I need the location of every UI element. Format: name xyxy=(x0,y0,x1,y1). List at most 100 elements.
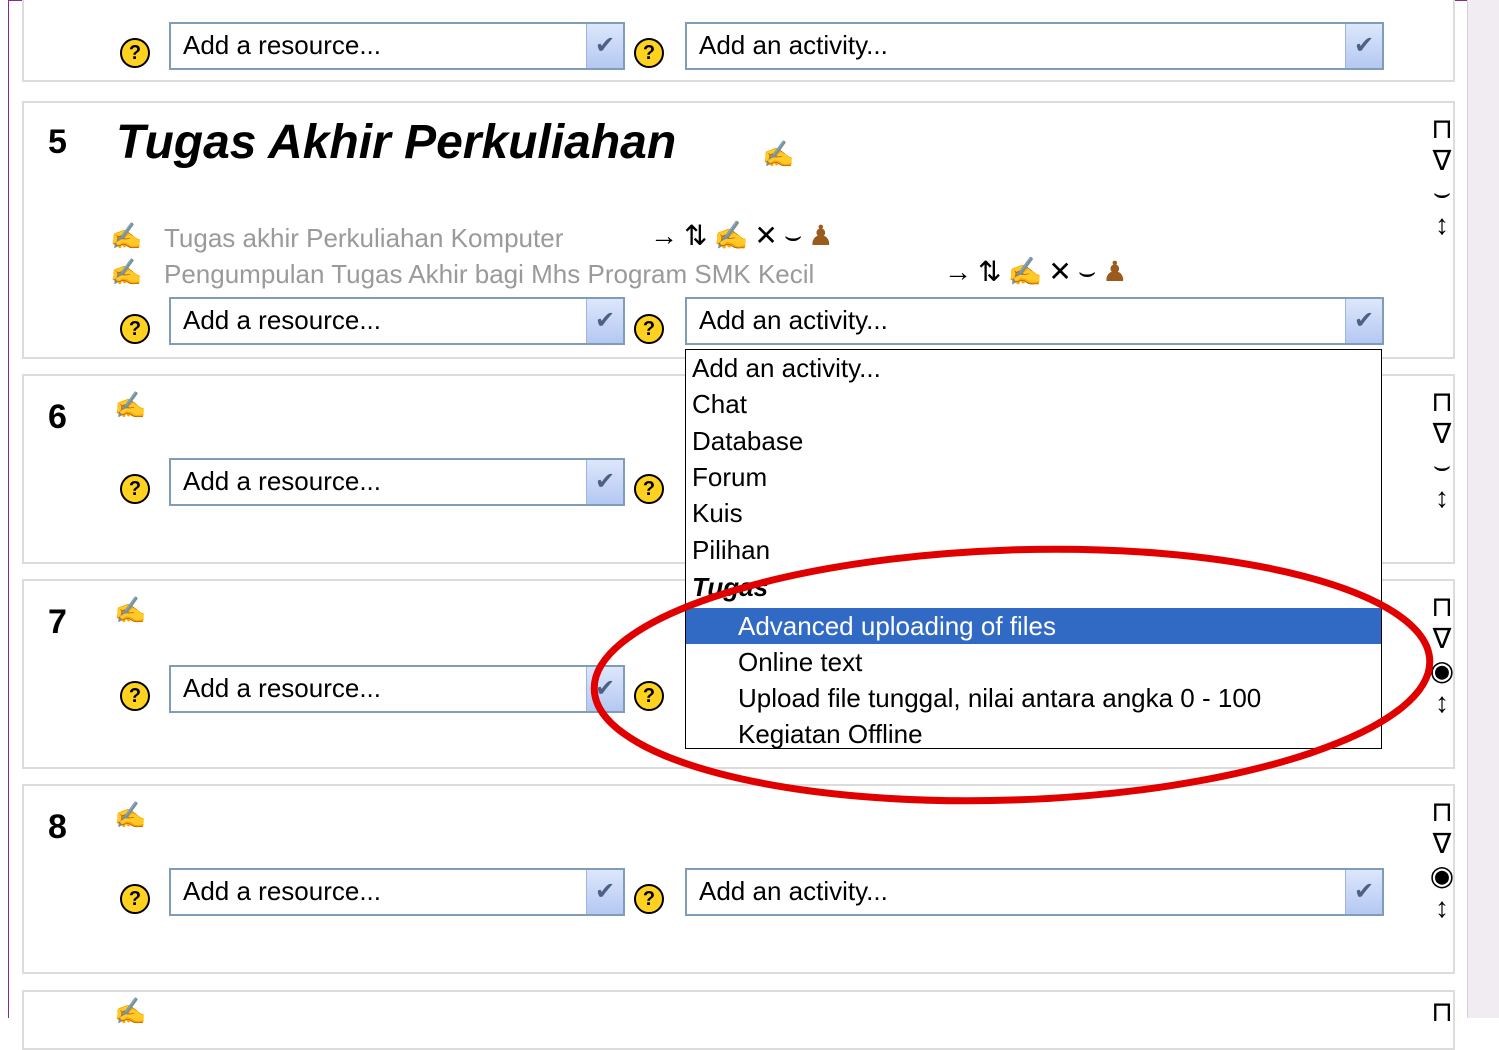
section-title: Tugas Akhir Perkuliahan xyxy=(116,116,677,169)
help-icon[interactable]: ? xyxy=(120,474,150,504)
resource-link[interactable]: Tugas akhir Perkuliahan Komputer xyxy=(164,223,563,254)
chevron-down-icon[interactable]: ✔ xyxy=(586,299,623,343)
chevron-down-icon[interactable]: ✔ xyxy=(1345,24,1382,68)
delete-icon[interactable]: ✕ xyxy=(754,220,783,251)
eye-icon[interactable]: ⌣ xyxy=(1420,177,1464,209)
add-activity-select[interactable]: Add an activity... ✔ xyxy=(685,868,1384,916)
select-value: Add a resource... xyxy=(183,305,381,335)
help-icon[interactable]: ? xyxy=(634,38,664,68)
highlight-icon[interactable]: ⊓ xyxy=(1420,386,1464,418)
select-value: Add an activity... xyxy=(699,305,888,335)
help-icon[interactable]: ? xyxy=(634,474,664,504)
move-icon[interactable]: ↕ xyxy=(1420,482,1464,514)
select-value: Add a resource... xyxy=(183,673,381,703)
select-value: Add an activity... xyxy=(699,30,888,60)
help-icon[interactable]: ? xyxy=(120,38,150,68)
lightbulb-icon[interactable]: ∇ xyxy=(1420,418,1464,450)
eye-icon[interactable]: ⌣ xyxy=(784,220,808,251)
chevron-down-icon[interactable]: ✔ xyxy=(586,870,623,914)
right-margin xyxy=(1467,0,1499,1018)
dropdown-option[interactable]: Online text xyxy=(686,644,1381,680)
activity-dropdown-list[interactable]: Add an activity... Chat Database Forum K… xyxy=(685,349,1382,749)
dropdown-option[interactable]: Kegiatan Offline xyxy=(686,716,1381,752)
chevron-down-icon[interactable]: ✔ xyxy=(1345,870,1382,914)
section-number: 6 xyxy=(48,398,67,436)
edit-icon[interactable]: ✍ xyxy=(114,996,146,1027)
eye-icon[interactable]: ◉ xyxy=(1420,655,1464,687)
arrow-right-icon[interactable]: → xyxy=(650,220,684,251)
add-resource-select[interactable]: Add a resource... ✔ xyxy=(169,297,625,345)
chevron-down-icon[interactable]: ✔ xyxy=(586,24,623,68)
roles-icon[interactable]: ♟ xyxy=(1102,256,1133,287)
eye-icon[interactable]: ⌣ xyxy=(1078,256,1102,287)
dropdown-option[interactable]: Kuis xyxy=(686,495,1381,531)
select-value: Add a resource... xyxy=(183,466,381,496)
add-activity-select[interactable]: Add an activity... ✔ xyxy=(685,22,1384,70)
help-icon[interactable]: ? xyxy=(120,884,150,914)
resource-actions: →⇅✍✕⌣♟ xyxy=(944,255,1133,289)
add-activity-select[interactable]: Add an activity... ✔ xyxy=(685,297,1384,345)
eye-icon[interactable]: ◉ xyxy=(1420,860,1464,892)
select-value: Add an activity... xyxy=(699,876,888,906)
move-icon[interactable]: ⇅ xyxy=(684,220,713,251)
delete-icon[interactable]: ✕ xyxy=(1048,256,1077,287)
chevron-down-icon[interactable]: ✔ xyxy=(586,460,623,504)
edit-icon[interactable]: ✍ xyxy=(114,595,146,626)
edit-icon[interactable]: ✍ xyxy=(114,800,146,831)
dropdown-option-selected[interactable]: Advanced uploading of files xyxy=(686,608,1381,644)
add-resource-select[interactable]: Add a resource... ✔ xyxy=(169,665,625,713)
section-number: 5 xyxy=(48,123,67,161)
edit-icon[interactable]: ✍ xyxy=(762,139,794,170)
dropdown-option[interactable]: Pilihan xyxy=(686,532,1381,568)
edit-icon[interactable]: ✍ xyxy=(1007,256,1048,287)
section-4-partial: ? Add a resource... ✔ ? Add an activity.… xyxy=(22,0,1455,82)
help-icon[interactable]: ? xyxy=(634,681,664,711)
section-controls: ⊓ xyxy=(1420,996,1464,1028)
edit-icon[interactable]: ✍ xyxy=(114,390,146,421)
arrow-right-icon[interactable]: → xyxy=(944,256,978,287)
section-9-partial: ✍ ⊓ xyxy=(22,990,1455,1050)
lightbulb-icon[interactable]: ∇ xyxy=(1420,828,1464,860)
section-number: 7 xyxy=(48,603,67,641)
help-icon[interactable]: ? xyxy=(120,314,150,344)
move-icon[interactable]: ↕ xyxy=(1420,209,1464,241)
resource-actions: →⇅✍✕⌣♟ xyxy=(650,219,839,253)
section-5: 5 Tugas Akhir Perkuliahan ✍ ✍ Tugas akhi… xyxy=(22,101,1455,359)
chevron-down-icon[interactable]: ✔ xyxy=(586,667,623,711)
dropdown-option[interactable]: Forum xyxy=(686,459,1381,495)
select-value: Add a resource... xyxy=(183,30,381,60)
frame-border-left xyxy=(8,0,9,1018)
eye-icon[interactable]: ⌣ xyxy=(1420,450,1464,482)
highlight-icon[interactable]: ⊓ xyxy=(1420,796,1464,828)
highlight-icon[interactable]: ⊓ xyxy=(1420,591,1464,623)
section-controls: ⊓ ∇ ⌣ ↕ xyxy=(1420,113,1464,241)
roles-icon[interactable]: ♟ xyxy=(808,220,839,251)
section-8: 8 ✍ ? Add a resource... ✔ ? Add an activ… xyxy=(22,784,1455,974)
dropdown-option[interactable]: Database xyxy=(686,423,1381,459)
dropdown-group-label: Tugas xyxy=(692,572,769,602)
lightbulb-icon[interactable]: ∇ xyxy=(1420,145,1464,177)
section-controls: ⊓ ∇ ⌣ ↕ xyxy=(1420,386,1464,514)
add-resource-select[interactable]: Add a resource... ✔ xyxy=(169,868,625,916)
edit-icon[interactable]: ✍ xyxy=(713,220,754,251)
chevron-down-icon[interactable]: ✔ xyxy=(1345,299,1382,343)
resource-icon: ✍ xyxy=(110,221,143,251)
lightbulb-icon[interactable]: ∇ xyxy=(1420,623,1464,655)
help-icon[interactable]: ? xyxy=(120,681,150,711)
highlight-icon[interactable]: ⊓ xyxy=(1420,113,1464,145)
select-value: Add a resource... xyxy=(183,876,381,906)
add-resource-select[interactable]: Add a resource... ✔ xyxy=(169,458,625,506)
highlight-icon[interactable]: ⊓ xyxy=(1420,996,1464,1028)
move-icon[interactable]: ↕ xyxy=(1420,687,1464,719)
resource-link[interactable]: Pengumpulan Tugas Akhir bagi Mhs Program… xyxy=(164,259,814,290)
dropdown-option[interactable]: Upload file tunggal, nilai antara angka … xyxy=(686,680,1381,716)
dropdown-option[interactable]: Chat xyxy=(686,386,1381,422)
help-icon[interactable]: ? xyxy=(634,884,664,914)
add-resource-select[interactable]: Add a resource... ✔ xyxy=(169,22,625,70)
move-icon[interactable]: ⇅ xyxy=(978,256,1007,287)
help-icon[interactable]: ? xyxy=(634,314,664,344)
move-icon[interactable]: ↕ xyxy=(1420,892,1464,924)
dropdown-option[interactable]: Add an activity... xyxy=(686,350,1381,386)
resource-icon: ✍ xyxy=(110,257,143,287)
section-controls: ⊓ ∇ ◉ ↕ xyxy=(1420,591,1464,719)
